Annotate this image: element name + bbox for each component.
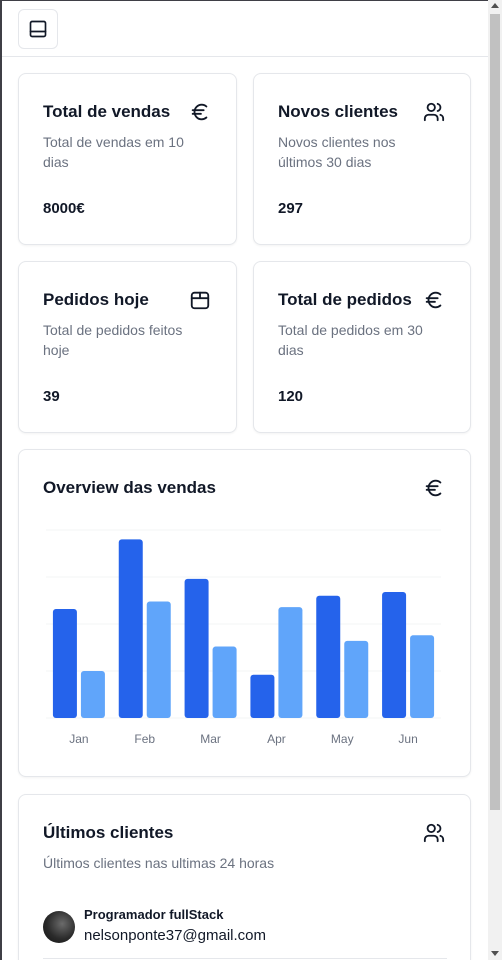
card-title: Total de pedidos (278, 290, 412, 309)
chart-bar-apr-1[interactable] (250, 674, 275, 718)
toggle-sidebar-button[interactable] (18, 9, 58, 49)
chart-bar-feb-1[interactable] (118, 539, 143, 718)
users-icon (422, 821, 446, 845)
stat-card-novos-clientes: Novos clientes Novos clientes nos último… (253, 73, 471, 245)
scroll-thumb[interactable] (490, 14, 500, 810)
card-description: Total de vendas em 10 dias (43, 134, 184, 170)
euro-icon (422, 288, 446, 312)
chart-bar-jan-2[interactable] (80, 671, 105, 718)
euro-icon (188, 100, 212, 124)
top-bar (2, 1, 488, 57)
clients-subtitle: Últimos clientes nas ultimas 24 horas (43, 855, 275, 871)
chart-x-tick-label: Jan (69, 732, 88, 746)
card-value: 8000€ (43, 200, 85, 217)
users-icon (422, 100, 446, 124)
sales-bar-chart: Jan Feb Mar Apr May Jun (46, 529, 441, 746)
card-description: Total de pedidos feitos hoje (43, 322, 183, 358)
chart-x-tick-label: Mar (200, 732, 221, 746)
chart-x-tick-label: Apr (267, 732, 286, 746)
client-name: Programador fullStack (84, 907, 224, 922)
avatar (43, 911, 75, 943)
scroll-down-arrow-icon[interactable] (491, 951, 499, 956)
chart-bar-mar-1[interactable] (184, 578, 209, 718)
chart-bar-jun-2[interactable] (410, 635, 435, 718)
chart-x-tick-label: May (331, 732, 354, 746)
chart-bar-feb-2[interactable] (146, 601, 171, 718)
clients-title: Últimos clientes (43, 823, 174, 842)
chart-bar-may-1[interactable] (316, 595, 341, 718)
chart-x-tick-label: Feb (134, 732, 155, 746)
card-description: Novos clientes nos últimos 30 dias (278, 134, 396, 170)
window-left-border (0, 0, 2, 960)
card-title: Pedidos hoje (43, 290, 149, 309)
stat-card-total-pedidos: Total de pedidos Total de pedidos em 30 … (253, 261, 471, 433)
card-description: Total de pedidos em 30 dias (278, 322, 423, 358)
stat-card-pedidos-hoje: Pedidos hoje Total de pedidos feitos hoj… (18, 261, 237, 433)
card-value: 120 (278, 388, 304, 405)
scroll-up-arrow-icon[interactable] (491, 3, 499, 8)
latest-clients-card: Últimos clientes Últimos clientes nas ul… (18, 794, 471, 960)
chart-bar-may-2[interactable] (344, 640, 369, 718)
client-row[interactable]: Programador fullStack nelsonponte37@gmai… (43, 905, 447, 959)
package-icon (188, 288, 212, 312)
chart-bar-jun-1[interactable] (382, 592, 407, 718)
chart-x-tick-label: Jun (398, 732, 417, 746)
card-title: Novos clientes (278, 102, 398, 121)
card-value: 39 (43, 388, 60, 405)
chart-bar-jan-1[interactable] (52, 608, 77, 718)
client-email: nelsonponte37@gmail.com (84, 927, 266, 944)
chart-bar-apr-2[interactable] (278, 607, 303, 718)
sales-overview-card: Overview das vendas Jan Feb Mar Apr May Jun (18, 449, 471, 777)
card-value: 297 (278, 200, 304, 217)
page-scrollbar[interactable] (488, 0, 502, 960)
stat-card-total-vendas: Total de vendas Total de vendas em 10 di… (18, 73, 237, 245)
card-title: Total de vendas (43, 102, 171, 121)
chart-bar-mar-2[interactable] (212, 646, 237, 718)
panel-bottom-icon (29, 20, 47, 38)
